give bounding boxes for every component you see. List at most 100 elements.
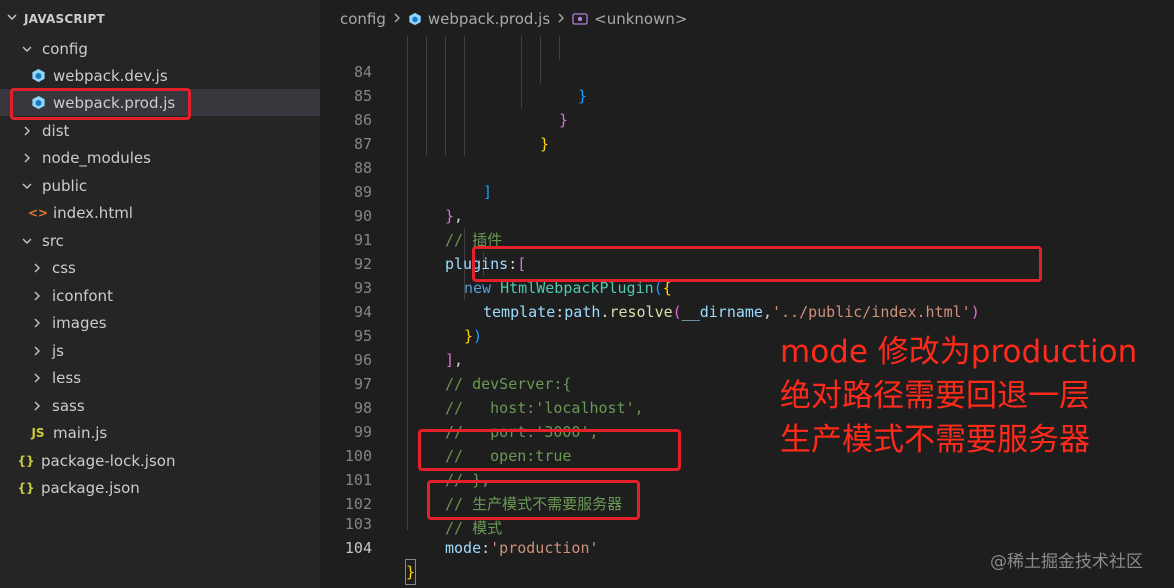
tree-item-label: js <box>52 341 64 360</box>
code-text: mode:'production' <box>445 536 599 560</box>
tree-folder-images[interactable]: images <box>0 309 350 336</box>
webpack-file-icon <box>30 68 46 83</box>
code-line: 101 // 生产模式不需要服务器 <box>320 444 622 513</box>
explorer-header[interactable]: JAVASCRIPT <box>0 0 320 38</box>
code-token: } <box>464 327 474 345</box>
html-file-icon: <> <box>27 205 49 220</box>
code-token: : <box>481 539 491 557</box>
breadcrumb-file[interactable]: webpack.prod.js <box>428 10 550 28</box>
watermark: @稀土掘金技术社区 <box>990 552 1143 572</box>
code-text: } <box>404 559 417 585</box>
code-token: // host:'localhost', <box>445 399 644 417</box>
code-text: }) <box>464 324 482 348</box>
chevron-down-icon <box>20 179 34 193</box>
annotation-server: 生产模式不需要服务器 <box>780 422 1090 458</box>
tree-item-label: package-lock.json <box>41 451 176 470</box>
tree-item-label: css <box>52 258 76 277</box>
tree-folder-public[interactable]: public <box>0 172 340 199</box>
code-token: __dirname <box>681 303 763 321</box>
tree-item-label: package.json <box>41 478 140 497</box>
code-token: // 模式 <box>445 519 503 537</box>
breadcrumb-symbol[interactable]: <unknown> <box>594 10 687 28</box>
webpack-file-icon <box>408 12 422 26</box>
tree-item-label: src <box>42 231 64 250</box>
chevron-right-icon <box>556 12 566 27</box>
indent-guide <box>540 36 541 84</box>
code-token: resolve <box>609 303 673 321</box>
code-text: ], <box>445 348 463 372</box>
code-token: ] <box>445 351 455 369</box>
code-line: 93 template:path.resolve(__dirname,'../p… <box>320 252 980 321</box>
code-text: ] <box>483 180 492 204</box>
code-token: , <box>762 303 772 321</box>
code-text: // host:'localhost', <box>445 396 644 420</box>
code-token: '../public/index.html' <box>772 303 971 321</box>
line-number: 104 <box>344 539 372 557</box>
code-token: template <box>483 303 556 321</box>
tree-folder-node-modules[interactable]: node_modules <box>0 144 340 171</box>
indent-guide <box>464 36 465 156</box>
chevron-right-icon <box>20 151 34 165</box>
code-line: 89 }, <box>320 156 463 225</box>
code-token: , <box>454 351 464 369</box>
chevron-down-icon <box>20 42 34 56</box>
annotation-mode: mode 修改为production <box>780 334 1138 370</box>
code-token: } <box>540 135 550 153</box>
tree-item-label: iconfont <box>52 286 113 305</box>
tree-file-package-lock[interactable]: {} package-lock.json <box>0 447 338 474</box>
code-token: } <box>559 111 569 129</box>
code-token: ] <box>483 183 493 201</box>
chevron-down-icon <box>6 0 18 38</box>
code-token: , <box>454 207 464 225</box>
tree-item-label: node_modules <box>42 148 151 167</box>
chevron-right-icon <box>30 399 44 413</box>
code-line: 104 } <box>320 512 417 585</box>
tree-folder-sass[interactable]: sass <box>0 392 350 419</box>
tree-item-label: main.js <box>53 423 108 442</box>
code-line: 87 <box>320 108 392 153</box>
code-token: ( <box>672 303 682 321</box>
tree-folder-js[interactable]: js <box>0 337 350 364</box>
tree-file-main-js[interactable]: JS main.js <box>0 419 350 446</box>
code-line: 97 // host:'localhost', <box>320 348 644 417</box>
tree-file-webpack-dev[interactable]: webpack.dev.js <box>0 62 350 89</box>
code-token: } <box>578 87 588 105</box>
chevron-right-icon <box>30 371 44 385</box>
code-token: } <box>406 563 416 581</box>
chevron-right-icon <box>30 316 44 330</box>
tree-folder-less[interactable]: less <box>0 364 350 391</box>
symbol-object-icon <box>572 12 588 26</box>
chevron-right-icon <box>30 289 44 303</box>
highlight-box-mode <box>427 480 640 520</box>
tree-folder-iconfont[interactable]: iconfont <box>0 282 350 309</box>
code-token: mode <box>445 539 482 557</box>
tree-folder-src[interactable]: src <box>0 227 340 254</box>
indent-guide <box>559 36 560 60</box>
chevron-right-icon <box>20 124 34 138</box>
breadcrumb-folder[interactable]: config <box>340 10 386 28</box>
tree-folder-config[interactable]: config <box>0 35 340 62</box>
tree-item-label: less <box>52 368 82 387</box>
code-text: } <box>559 108 568 132</box>
code-token: 'production' <box>490 539 599 557</box>
tree-item-label: images <box>52 313 107 332</box>
explorer-title: JAVASCRIPT <box>24 12 105 26</box>
chevron-down-icon <box>20 234 34 248</box>
highlight-box-prod-file <box>10 88 191 120</box>
tree-file-index-html[interactable]: <> index.html <box>0 199 350 226</box>
code-token: } <box>445 207 455 225</box>
tree-item-label: public <box>42 176 88 195</box>
tree-file-package-json[interactable]: {} package.json <box>0 474 338 501</box>
code-text: } <box>578 84 587 108</box>
code-token: path <box>564 303 601 321</box>
tree-item-label: webpack.dev.js <box>53 66 168 85</box>
code-line: 96 // devServer:{ <box>320 324 572 393</box>
code-line: 91 plugins:[ <box>320 204 526 273</box>
code-token: : <box>555 303 565 321</box>
code-line: 94 }) <box>320 276 482 345</box>
tree-folder-css[interactable]: css <box>0 254 350 281</box>
tree-item-label: dist <box>42 121 70 140</box>
tree-folder-dist[interactable]: dist <box>0 117 340 144</box>
code-token: ) <box>473 327 483 345</box>
indent-guide <box>407 36 408 530</box>
